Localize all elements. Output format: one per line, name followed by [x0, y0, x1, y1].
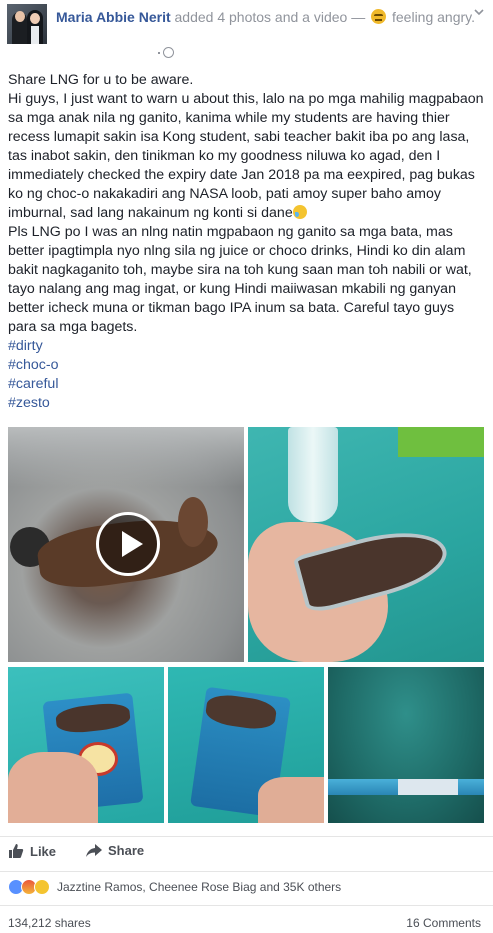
action-text: added 4 photos and a video —: [174, 9, 366, 25]
post-meta: [158, 47, 174, 58]
share-arrow-icon: [86, 843, 102, 857]
angry-face-icon: [371, 9, 387, 24]
feeling-text: feeling angry.: [392, 9, 476, 25]
photo-2[interactable]: [8, 667, 164, 823]
reactions-bar[interactable]: Jazztine Ramos, Cheenee Rose Biag and 35…: [0, 871, 493, 901]
hashtag-dirty[interactable]: #dirty: [8, 337, 486, 356]
reactors-summary[interactable]: Jazztine Ramos, Cheenee Rose Biag and 35…: [57, 880, 341, 894]
author-name[interactable]: Maria Abbie Nerit: [56, 9, 171, 25]
hashtag-careful[interactable]: #careful: [8, 375, 486, 394]
crying-face-icon: [292, 205, 307, 219]
action-bar: Like Share: [0, 836, 493, 866]
photo-3[interactable]: [168, 667, 324, 823]
photo-1[interactable]: [248, 427, 484, 662]
post-footer: 134,212 shares 16 Comments: [0, 905, 493, 933]
post-line-3: Pls LNG po I was an nlng natin mgpabaon …: [8, 224, 476, 335]
like-button[interactable]: Like: [8, 843, 56, 859]
chevron-down-icon[interactable]: [473, 6, 485, 18]
hashtag-choc-o[interactable]: #choc-o: [8, 356, 486, 375]
play-icon[interactable]: [96, 512, 160, 576]
video-thumbnail[interactable]: [8, 427, 244, 662]
globe-icon[interactable]: [163, 47, 174, 58]
post-line-2: Hi guys, I just want to warn u about thi…: [8, 91, 488, 221]
like-label: Like: [30, 843, 57, 859]
post-header: Maria Abbie Nerit added 4 photos and a v…: [0, 0, 493, 62]
photo-4[interactable]: [328, 667, 484, 823]
hashtag-zesto[interactable]: #zesto: [8, 394, 486, 413]
avatar[interactable]: [7, 4, 47, 44]
comment-count[interactable]: 16 Comments: [406, 916, 481, 930]
share-label: Share: [108, 843, 145, 858]
sad-reaction-icon: [34, 878, 50, 895]
post-body: Share LNG for u to be aware. Hi guys, I …: [8, 71, 486, 413]
thumbs-up-icon: [9, 844, 24, 858]
post-title: Maria Abbie Nerit added 4 photos and a v…: [56, 7, 476, 27]
post-line-1: Share LNG for u to be aware.: [8, 72, 194, 88]
share-button[interactable]: Share: [86, 843, 144, 858]
share-count[interactable]: 134,212 shares: [8, 916, 91, 930]
